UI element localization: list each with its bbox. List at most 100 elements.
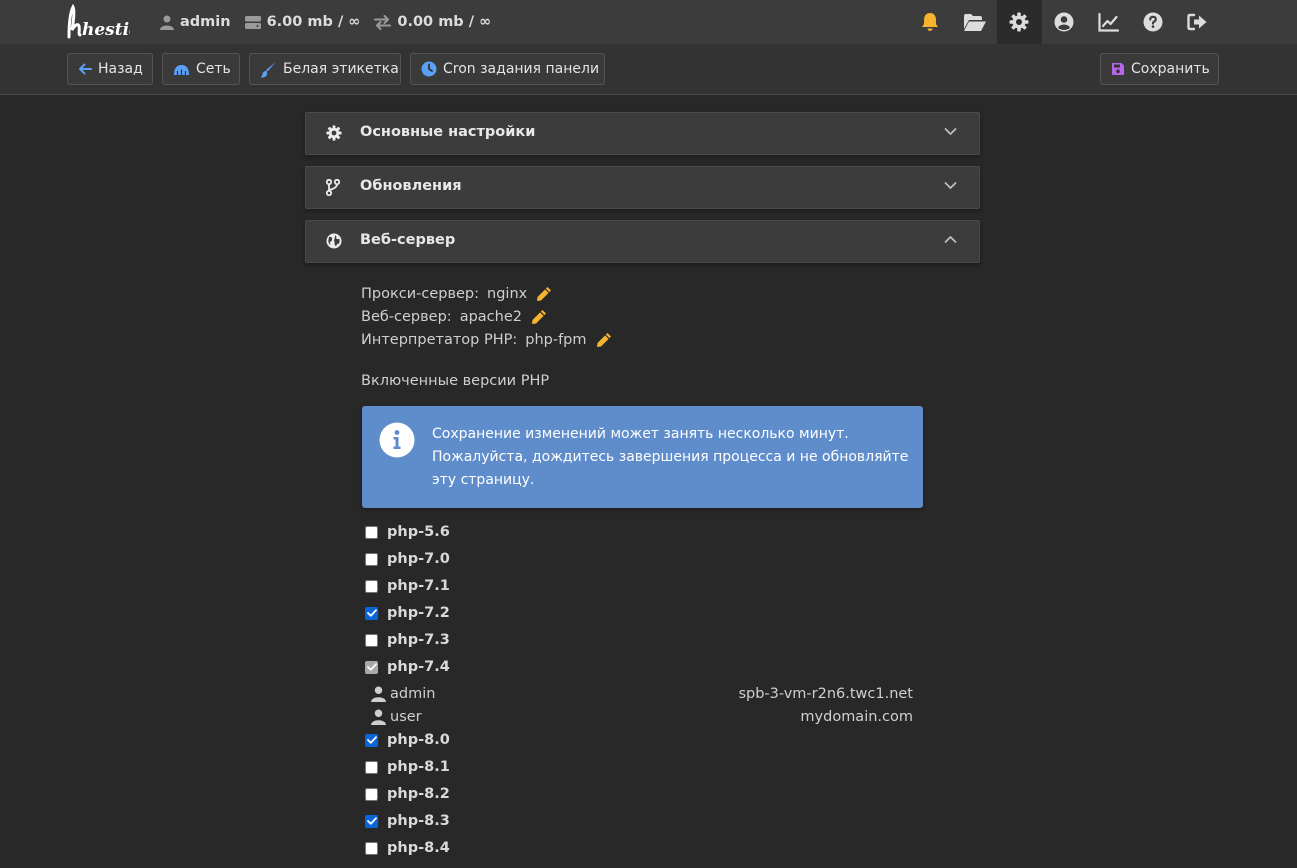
alert-text: Сохранение изменений может занять нескол… xyxy=(432,426,909,488)
top-bar: hestia admin 6.00 mb / ∞ 0.00 mb / ∞ xyxy=(0,0,1297,44)
php-user-domain: spb-3-vm-r2n6.twc1.net xyxy=(738,686,913,702)
web-server-line: Веб-сервер: apache2 xyxy=(361,309,547,325)
server-settings-button[interactable] xyxy=(997,0,1042,44)
php-version-row[interactable]: php-7.3 xyxy=(365,631,450,649)
php-user-row: admin spb-3-vm-r2n6.twc1.net xyxy=(371,685,913,703)
section-web-server[interactable]: Веб-сервер xyxy=(305,220,980,263)
section-title: Обновления xyxy=(360,178,462,194)
php-version-row[interactable]: php-8.0 xyxy=(365,731,450,749)
php-checkbox[interactable] xyxy=(365,633,378,647)
network-button[interactable]: Сеть xyxy=(162,53,240,85)
globe-icon xyxy=(326,233,342,249)
hdd-icon xyxy=(244,15,261,29)
php-checkbox[interactable] xyxy=(365,579,378,593)
php-version-row[interactable]: php-8.1 xyxy=(365,758,450,776)
network-icon xyxy=(174,64,189,75)
pencil-icon xyxy=(532,310,546,324)
save-icon xyxy=(1112,63,1124,75)
info-alert: Сохранение изменений может занять нескол… xyxy=(362,406,923,508)
statistics-button[interactable] xyxy=(1086,0,1131,44)
user-icon xyxy=(371,709,386,725)
php-checkbox[interactable] xyxy=(365,606,378,620)
php-version-row[interactable]: php-8.4 xyxy=(365,839,450,857)
chart-line-icon xyxy=(1098,12,1119,32)
check-icon xyxy=(366,817,377,825)
php-version-label: php-8.0 xyxy=(387,732,450,748)
php-checkbox[interactable] xyxy=(365,525,378,539)
chevron-down-icon xyxy=(944,182,957,189)
php-version-row[interactable]: php-8.3 xyxy=(365,812,450,830)
php-version-row[interactable]: php-7.0 xyxy=(365,550,450,568)
gear-icon xyxy=(1009,12,1029,32)
php-version-label: php-7.1 xyxy=(387,578,450,594)
back-button[interactable]: Назад xyxy=(67,53,153,85)
clock-icon xyxy=(421,61,437,77)
php-version-row[interactable]: php-7.1 xyxy=(365,577,450,595)
users-button[interactable] xyxy=(1042,0,1087,44)
edit-web-server-button[interactable] xyxy=(531,309,547,325)
php-version-label: php-7.2 xyxy=(387,605,450,621)
notifications-button[interactable] xyxy=(908,0,953,44)
php-checkbox-disabled xyxy=(365,660,378,674)
php-version-label: php-8.4 xyxy=(387,840,450,856)
logout-icon xyxy=(1187,13,1207,31)
pencil-icon xyxy=(537,287,552,301)
proxy-server-value: nginx xyxy=(487,286,528,302)
check-icon xyxy=(366,609,377,617)
cron-button[interactable]: Cron задания панели xyxy=(410,53,605,85)
info-circle-icon xyxy=(379,422,415,458)
toolbar: Назад Сеть Белая этикетка Cron задания п… xyxy=(0,44,1297,95)
help-button[interactable] xyxy=(1131,0,1176,44)
php-version-row[interactable]: php-5.6 xyxy=(365,523,450,541)
php-checkbox[interactable] xyxy=(365,552,378,566)
save-label: Сохранить xyxy=(1131,61,1210,77)
user-circle-icon xyxy=(1054,12,1074,32)
php-user-row: user mydomain.com xyxy=(371,708,913,726)
php-version-label: php-7.3 xyxy=(387,632,450,648)
paint-brush-icon xyxy=(260,61,276,78)
white-label-label: Белая этикетка xyxy=(283,61,399,77)
php-checkbox[interactable] xyxy=(365,814,378,828)
section-general-settings[interactable]: Основные настройки xyxy=(305,112,980,155)
php-interpreter-line: Интерпретатор PHP: php-fpm xyxy=(361,332,612,348)
php-versions-heading: Включенные версии PHP xyxy=(361,373,550,389)
logo-text: hestia xyxy=(82,20,130,40)
folder-open-icon xyxy=(963,13,986,31)
php-interpreter-label: Интерпретатор PHP: xyxy=(361,332,518,348)
question-circle-icon xyxy=(1143,12,1163,32)
php-checkbox[interactable] xyxy=(365,841,378,855)
edit-proxy-button[interactable] xyxy=(536,286,552,302)
bandwidth-stat: 0.00 mb / ∞ xyxy=(374,14,491,30)
exchange-icon xyxy=(374,14,392,30)
logout-button[interactable] xyxy=(1175,0,1220,44)
usage-stats: admin 6.00 mb / ∞ 0.00 mb / ∞ xyxy=(160,0,491,44)
php-version-label: php-7.0 xyxy=(387,551,450,567)
php-checkbox[interactable] xyxy=(365,760,378,774)
bandwidth-usage: 0.00 mb / ∞ xyxy=(397,14,492,30)
code-branch-icon xyxy=(326,179,340,196)
php-checkbox[interactable] xyxy=(365,733,378,747)
php-checkbox[interactable] xyxy=(365,787,378,801)
php-version-row[interactable]: php-7.2 xyxy=(365,604,450,622)
php-user-name: user xyxy=(390,709,422,725)
web-server-value: apache2 xyxy=(459,309,522,325)
white-label-button[interactable]: Белая этикетка xyxy=(249,53,401,85)
php-version-label: php-8.1 xyxy=(387,759,450,775)
php-version-row[interactable]: php-8.2 xyxy=(365,785,450,803)
user-stat: admin xyxy=(160,14,231,30)
proxy-server-label: Прокси-сервер: xyxy=(361,286,480,302)
disk-usage: 6.00 mb / ∞ xyxy=(266,14,361,30)
network-label: Сеть xyxy=(196,61,231,77)
hestia-logo[interactable]: hestia xyxy=(64,4,130,40)
back-label: Назад xyxy=(98,61,143,77)
cron-label: Cron задания панели xyxy=(443,61,600,77)
section-updates[interactable]: Обновления xyxy=(305,166,980,209)
pencil-icon xyxy=(596,333,611,347)
save-button[interactable]: Сохранить xyxy=(1100,53,1219,85)
chevron-down-icon xyxy=(944,128,957,135)
file-manager-button[interactable] xyxy=(953,0,998,44)
edit-php-interpreter-button[interactable] xyxy=(596,332,612,348)
disk-stat: 6.00 mb / ∞ xyxy=(244,14,361,30)
check-icon xyxy=(366,736,377,744)
php-interpreter-value: php-fpm xyxy=(525,332,587,348)
